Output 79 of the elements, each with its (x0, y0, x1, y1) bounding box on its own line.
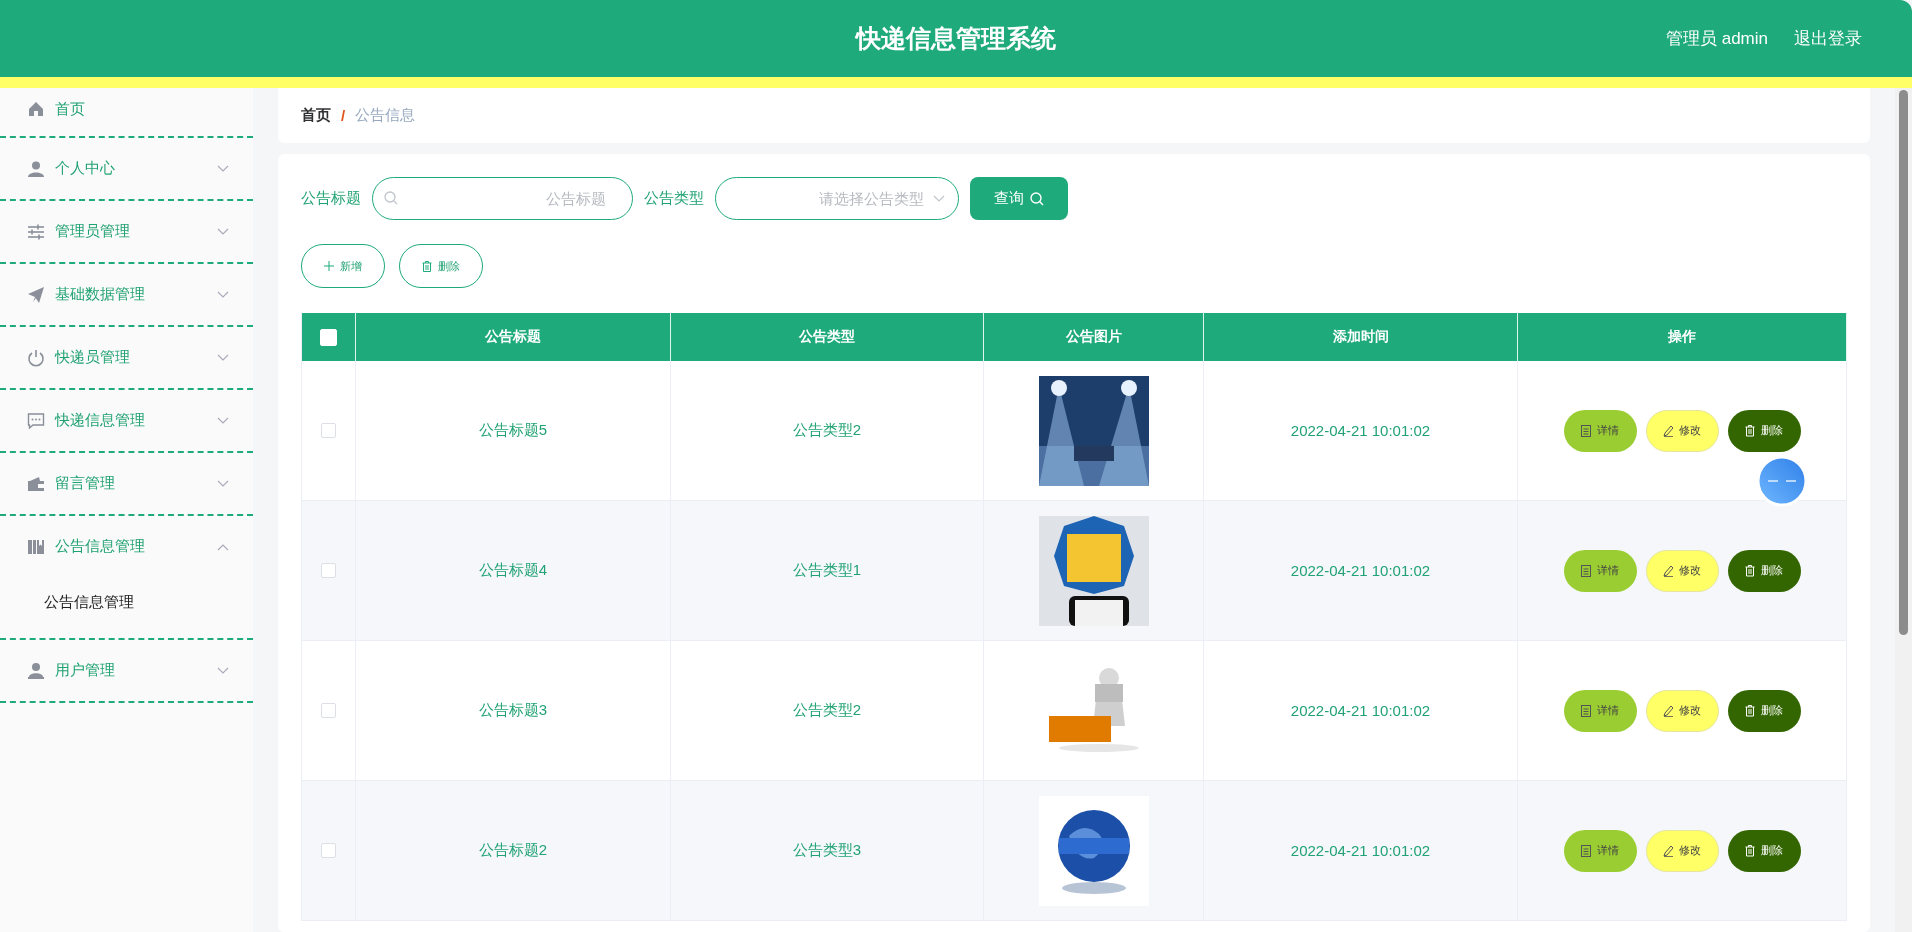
trash-icon (422, 260, 432, 272)
edit-button[interactable]: 修改 (1645, 549, 1719, 592)
detail-button[interactable]: 详情 (1563, 689, 1637, 732)
trash-icon (1745, 424, 1755, 437)
delete-button[interactable]: 删除 (1727, 409, 1801, 452)
edit-button[interactable]: 修改 (1645, 689, 1719, 732)
pencil-icon (1663, 564, 1673, 577)
row-checkbox[interactable] (321, 843, 336, 858)
sidebar-item[interactable]: 快递员管理 (0, 327, 253, 388)
logout-link[interactable]: 退出登录 (1794, 27, 1862, 50)
document-icon (1581, 844, 1591, 857)
sidebar-item[interactable]: 公告信息管理 (0, 516, 253, 577)
app-title: 快递信息管理系统 (856, 23, 1056, 54)
sidebar-item[interactable]: 首页 (0, 88, 253, 136)
chat-icon (27, 411, 45, 430)
field-label: 公告标题 (301, 189, 361, 208)
table-cell: 2022-04-21 10:01:02 (1204, 781, 1518, 920)
trash-icon (1745, 704, 1755, 717)
add-button[interactable]: 新增 (301, 244, 385, 288)
document-icon (1581, 564, 1591, 577)
table-cell: 公告标题3 (356, 641, 671, 780)
document-icon (1581, 704, 1591, 717)
user-label: 管理员 admin (1665, 28, 1768, 50)
detail-button[interactable]: 详情 (1563, 409, 1637, 452)
pencil-icon (1663, 844, 1673, 857)
sliders-icon (27, 222, 45, 241)
sidebar-item[interactable]: 留言管理 (0, 453, 253, 514)
sidebar-item[interactable]: 快递信息管理 (0, 390, 253, 451)
scrollbar[interactable] (1895, 88, 1912, 932)
row-checkbox[interactable] (321, 703, 336, 718)
user-icon (27, 661, 45, 680)
row-checkbox[interactable] (321, 563, 336, 578)
pencil-icon (1663, 424, 1673, 437)
sidebar-item[interactable]: 基础数据管理 (0, 264, 253, 325)
search-field[interactable]: 公告标题 (372, 177, 633, 220)
delete-button[interactable]: 删除 (1727, 689, 1801, 732)
table-cell: 公告标题5 (356, 361, 671, 500)
power-icon (27, 348, 45, 367)
table-cell: 公告类型3 (671, 781, 984, 920)
home-icon (27, 100, 45, 118)
delete-button[interactable]: 删除 (1727, 549, 1801, 592)
document-icon (1581, 424, 1591, 437)
submenu-item[interactable]: 公告信息管理 (0, 577, 253, 638)
row-checkbox[interactable] (321, 423, 336, 438)
pencil-icon (1663, 704, 1673, 717)
table-cell: 2022-04-21 10:01:02 (1204, 641, 1518, 780)
type-select[interactable]: 请选择公告类型 (715, 177, 959, 220)
edit-button[interactable]: 修改 (1645, 829, 1719, 872)
breadcrumb-separator: / (341, 107, 346, 124)
search-icon (384, 191, 398, 205)
chevron-down-icon (933, 195, 945, 203)
book-icon (27, 537, 45, 556)
sidebar-item[interactable]: 个人中心 (0, 138, 253, 199)
user-icon (27, 159, 45, 178)
scroll-thumb[interactable] (1899, 90, 1908, 635)
table-cell: 2022-04-21 10:01:02 (1204, 361, 1518, 500)
sidebar-item[interactable]: 用户管理 (0, 640, 253, 701)
trash-icon (1745, 564, 1755, 577)
paper-plane-icon (27, 285, 45, 304)
search-icon (1030, 191, 1044, 206)
breadcrumb-current: 公告信息 (355, 106, 416, 125)
select-all-checkbox[interactable] (320, 328, 337, 346)
table-cell: 公告标题4 (356, 501, 671, 640)
detail-button[interactable]: 详情 (1563, 549, 1637, 592)
edit-button[interactable]: 修改 (1645, 409, 1719, 452)
table-cell: 公告标题2 (356, 781, 671, 920)
detail-button[interactable]: 详情 (1563, 829, 1637, 872)
table-cell: 2022-04-21 10:01:02 (1204, 501, 1518, 640)
delete-button[interactable]: 删除 (399, 244, 483, 288)
field-label: 公告类型 (644, 189, 704, 208)
table-cell: 公告类型2 (671, 641, 984, 780)
plus-icon (324, 261, 334, 271)
sidebar-item[interactable]: 管理员管理 (0, 201, 253, 262)
trash-icon (1745, 844, 1755, 857)
query-button[interactable]: 查询 (970, 177, 1068, 220)
delete-button[interactable]: 删除 (1727, 829, 1801, 872)
table-cell: 公告类型1 (671, 501, 984, 640)
table-cell: 公告类型2 (671, 361, 984, 500)
breadcrumb-link[interactable]: 首页 (301, 106, 331, 125)
